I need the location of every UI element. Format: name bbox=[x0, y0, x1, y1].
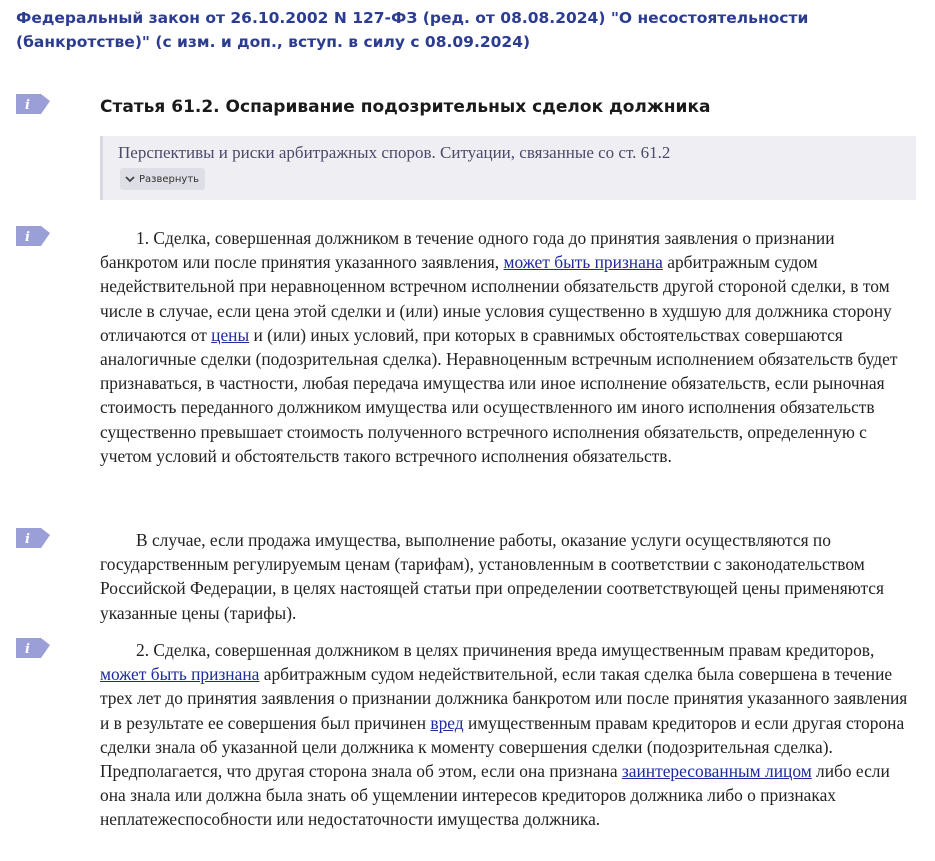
article-title: Статья 61.2. Оспаривание подозрительных … bbox=[100, 97, 711, 117]
link-prices[interactable]: цены bbox=[211, 325, 249, 345]
commentary-text: Перспективы и риски арбитражных споров. … bbox=[118, 143, 671, 162]
info-icon[interactable]: i bbox=[16, 528, 50, 548]
info-icon[interactable]: i bbox=[16, 638, 50, 658]
paragraph-3: 2. Сделка, совершенная должником в целях… bbox=[100, 640, 908, 830]
expand-button[interactable]: Развернуть bbox=[120, 168, 206, 190]
info-icon[interactable]: i bbox=[16, 226, 50, 246]
paragraph-2: В случае, если продажа имущества, выполн… bbox=[100, 530, 884, 623]
chevron-down-icon bbox=[125, 176, 135, 183]
svg-text:i: i bbox=[25, 642, 30, 657]
paragraph-1: 1. Сделка, совершенная должником в течен… bbox=[100, 228, 898, 466]
link-harm[interactable]: вред bbox=[430, 713, 463, 733]
svg-text:i: i bbox=[25, 98, 30, 113]
document-title: Федеральный закон от 26.10.2002 N 127-ФЗ… bbox=[16, 9, 809, 51]
svg-text:i: i bbox=[25, 230, 30, 245]
commentary-box: Перспективы и риски арбитражных споров. … bbox=[100, 136, 916, 200]
link-interested-person[interactable]: заинтересованным лицом bbox=[622, 761, 812, 781]
info-icon[interactable]: i bbox=[16, 94, 50, 114]
expand-button-label: Развернуть bbox=[139, 173, 200, 185]
svg-text:i: i bbox=[25, 532, 30, 547]
link-may-be-recognized[interactable]: может быть признана bbox=[504, 252, 663, 272]
link-may-be-recognized[interactable]: может быть признана bbox=[100, 664, 259, 684]
